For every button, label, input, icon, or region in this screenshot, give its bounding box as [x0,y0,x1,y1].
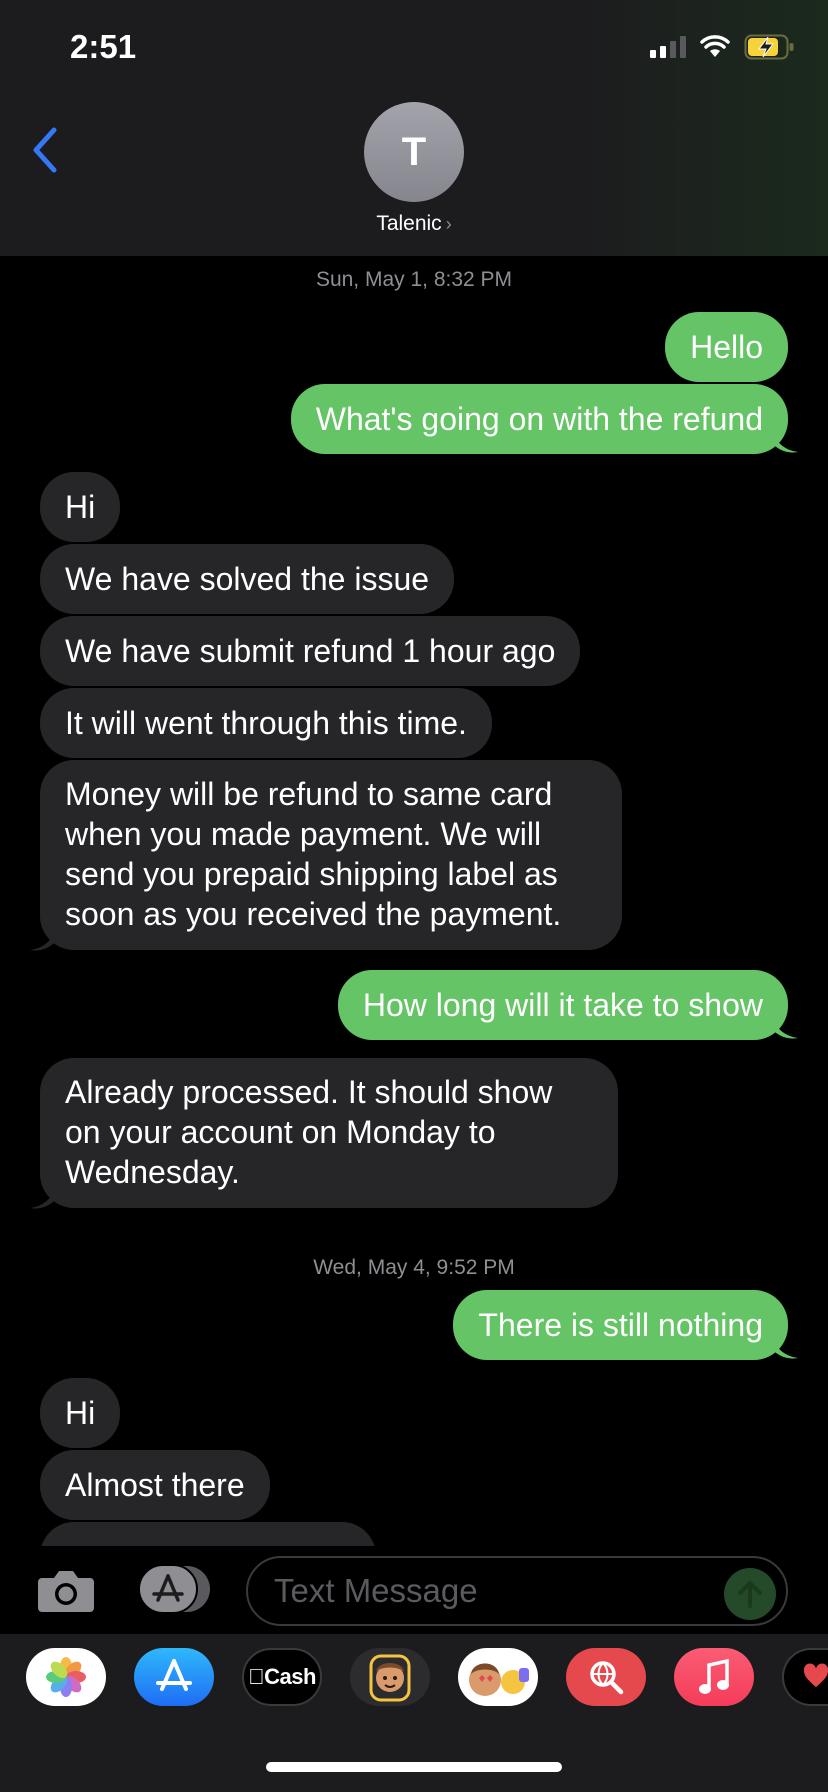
message-thread[interactable]: Sun, May 1, 8:32 PM Hello What's going o… [0,256,828,1546]
back-chevron-icon[interactable] [30,126,60,174]
apple-cash-icon: Cash [248,1664,316,1690]
contact-avatar[interactable]: T [364,102,464,202]
digital-touch-icon [804,1663,828,1688]
incoming-message-partial[interactable] [40,1522,376,1546]
web-search-icon [590,1661,624,1695]
home-indicator[interactable] [266,1762,562,1772]
photos-app-button[interactable] [26,1648,106,1706]
music-icon [699,1658,729,1694]
message-text-field[interactable] [246,1556,788,1626]
digital-touch-app-button[interactable] [782,1648,828,1706]
contact-name-link[interactable]: Talenic › [0,212,828,236]
outgoing-message[interactable]: How long will it take to show [337,970,788,1040]
bubble-tail [30,922,58,951]
timestamp: Wed, May 4, 9:52 PM [313,1256,515,1279]
memoji-stickers-icon [369,1654,411,1702]
music-app-button[interactable] [674,1648,754,1706]
battery-charging-icon [744,34,794,60]
arrow-up-icon [738,1581,762,1608]
conversation-header: 2:51 T Talenic › [0,0,828,256]
outgoing-message[interactable]: Hello [665,312,788,382]
send-button[interactable] [724,1568,776,1620]
bubble-tail [770,1010,798,1039]
incoming-message[interactable]: We have solved the issue [40,544,455,614]
incoming-message[interactable]: Almost there [40,1450,270,1520]
status-icons [650,34,796,60]
web-search-app-button[interactable] [566,1648,646,1706]
incoming-message[interactable]: We have submit refund 1 hour ago [40,616,581,686]
apple-cash-label: Cash [256,1664,316,1689]
timestamp: Sun, May 1, 8:32 PM [315,268,513,291]
app-store-icon [156,1659,192,1691]
bubble-tail [770,1330,798,1359]
wifi-icon [700,35,730,57]
outgoing-message[interactable]: What's going on with the refund [290,384,788,454]
contact-name: Talenic [376,212,442,235]
outgoing-message[interactable]: There is still nothing [453,1290,788,1360]
incoming-message[interactable]: Hi [40,1378,121,1448]
incoming-message[interactable]: Money will be refund to same card when y… [40,760,622,950]
chevron-right-icon: › [445,214,452,234]
photos-icon [46,1657,86,1697]
bubble-tail [770,424,798,453]
animoji-app-button[interactable] [458,1648,538,1706]
apple-cash-app-button[interactable]: Cash [242,1648,322,1706]
avatar-initial: T [401,129,427,174]
cellular-signal-icon [650,36,686,58]
animoji-icon [469,1663,529,1696]
incoming-message[interactable]: It will went through this time. [40,688,492,758]
camera-icon[interactable] [36,1568,96,1614]
app-store-app-button[interactable] [134,1648,214,1706]
memoji-stickers-app-button[interactable] [350,1648,430,1706]
bubble-tail [30,1180,58,1209]
incoming-message[interactable]: Hi [40,472,121,542]
status-time: 2:51 [70,28,137,65]
message-input-bar [0,1546,828,1634]
app-store-toggle-icon[interactable] [138,1564,212,1614]
incoming-message[interactable]: Already processed. It should show on you… [40,1058,618,1208]
